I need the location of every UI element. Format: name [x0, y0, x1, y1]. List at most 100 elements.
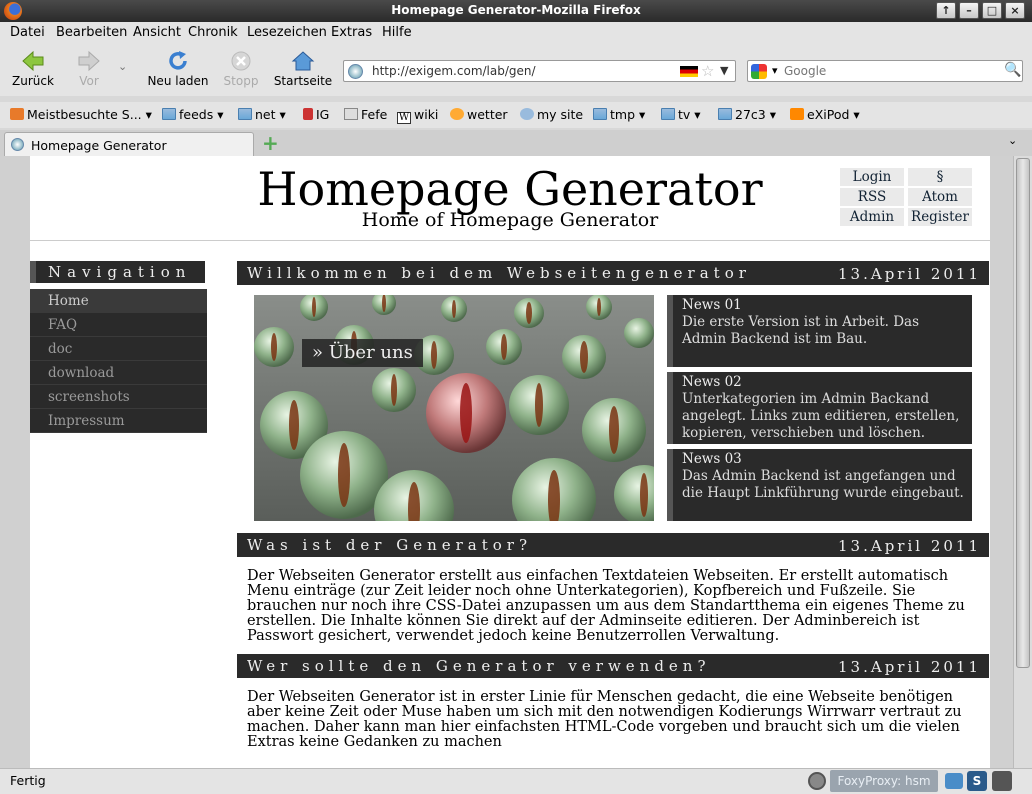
menu-chronik[interactable]: Chronik [188, 25, 238, 40]
folder-icon [661, 108, 675, 120]
atom-link[interactable]: Atom [908, 188, 972, 206]
section-date: 13.April 2011 [838, 658, 981, 676]
window-maximize-button[interactable]: □ [982, 2, 1002, 19]
reload-button[interactable]: Neu laden [143, 50, 213, 88]
menu-ansicht[interactable]: Ansicht [133, 25, 181, 40]
window-raise-button[interactable]: ↑ [936, 2, 956, 19]
login-link[interactable]: Login [840, 168, 904, 186]
engine-dropdown-icon[interactable]: ▾ [772, 64, 778, 77]
forward-arrow-icon [78, 50, 100, 72]
section-heading-who: Wer sollte den Generator verwenden? 13.A… [237, 654, 989, 678]
bookmark-wetter[interactable]: wetter [450, 107, 508, 122]
foxyproxy-status[interactable]: FoxyProxy: hsm [830, 770, 938, 792]
home-icon [291, 51, 315, 71]
window-close-button[interactable]: × [1005, 2, 1025, 19]
menu-bar: Datei Bearbeiten Ansicht Chronik Lesezei… [0, 22, 1032, 44]
addon-cloud-icon[interactable] [945, 773, 963, 789]
url-dropdown-icon[interactable]: ▼ [720, 64, 728, 77]
news-text: Das Admin Backend ist angefangen und die… [682, 468, 964, 501]
bookmark-tv[interactable]: tv ▾ [661, 107, 701, 122]
url-text[interactable]: http://exigem.com/lab/gen/ [372, 64, 536, 78]
back-arrow-icon [22, 50, 44, 72]
menu-extras[interactable]: Extras [331, 25, 372, 40]
search-bar[interactable]: ▾ 🔍 [747, 60, 1023, 82]
tab-favicon-icon [11, 138, 24, 151]
nav-item-screenshots[interactable]: screenshots [30, 385, 207, 409]
fefe-icon [344, 108, 358, 120]
menu-hilfe[interactable]: Hilfe [382, 25, 412, 40]
back-button[interactable]: Zurück [10, 50, 56, 88]
glass-marbles-image [254, 295, 654, 521]
folder-icon [162, 108, 176, 120]
new-tab-plus-icon[interactable]: + [262, 133, 279, 153]
stop-button[interactable]: Stopp [219, 50, 263, 88]
bookmark-tmp[interactable]: tmp ▾ [593, 107, 645, 122]
browser-window: Homepage Generator-Mozilla Firefox ↑ – □… [0, 0, 1032, 794]
bookmark-exipod[interactable]: eXiPod ▾ [790, 107, 860, 122]
bookmark-27c3[interactable]: 27c3 ▾ [718, 107, 776, 122]
forward-button[interactable]: Vor [66, 50, 112, 88]
menu-datei[interactable]: Datei [10, 25, 45, 40]
google-engine-icon[interactable] [751, 64, 767, 79]
bookmark-ig[interactable]: IG [303, 107, 329, 122]
section-date: 13.April 2011 [838, 537, 981, 555]
window-title: Homepage Generator-Mozilla Firefox [391, 3, 641, 17]
nav-item-faq[interactable]: FAQ [30, 313, 207, 337]
addon-status-icon[interactable] [808, 772, 826, 790]
news-text: Unterkategorien im Admin Backand angeleg… [682, 391, 960, 441]
menu-lesezeichen[interactable]: Lesezeichen [247, 25, 327, 40]
news-title: News 03 [682, 451, 742, 467]
tab-homepage-generator[interactable]: Homepage Generator [4, 132, 254, 156]
status-text: Fertig [10, 773, 46, 788]
window-minimize-button[interactable]: – [959, 2, 979, 19]
news-title: News 02 [682, 374, 742, 390]
search-icon[interactable]: 🔍 [1004, 62, 1021, 78]
bookmark-my-site[interactable]: my site [520, 107, 583, 122]
tab-bar: Homepage Generator + ⌄ [0, 130, 1032, 156]
bookmark-fefe[interactable]: Fefe [344, 107, 387, 122]
rss-link[interactable]: RSS [840, 188, 904, 206]
vertical-scrollbar[interactable] [1013, 156, 1032, 768]
news-text: Die erste Version ist in Arbeit. Das Adm… [682, 314, 920, 347]
history-dropdown-icon[interactable]: ⌄ [118, 60, 127, 73]
news-title: News 01 [682, 297, 742, 313]
list-all-tabs-icon[interactable]: ⌄ [1008, 134, 1017, 147]
header-divider [30, 240, 990, 241]
section-date: 13.April 2011 [838, 265, 981, 283]
register-link[interactable]: Register [908, 208, 972, 226]
news-item[interactable]: News 01 Die erste Version ist in Arbeit.… [667, 295, 972, 367]
home-button[interactable]: Startseite [270, 50, 336, 88]
search-input[interactable] [784, 62, 999, 80]
most-visited-icon [10, 108, 24, 120]
section-text-what: Der Webseiten Generator erstellt aus ein… [247, 568, 965, 644]
menu-bearbeiten[interactable]: Bearbeiten [56, 25, 127, 40]
admin-link[interactable]: Admin [840, 208, 904, 226]
bookmark-most-visited[interactable]: Meistbesuchte S... ▾ [10, 107, 152, 122]
german-flag-icon [680, 66, 698, 77]
nav-item-doc[interactable]: doc [30, 337, 207, 361]
nav-item-impressum[interactable]: Impressum [30, 409, 207, 433]
about-us-button[interactable]: » Über uns [302, 339, 423, 367]
bookmark-star-icon[interactable]: ☆ [701, 62, 714, 80]
navigation-heading: Navigation [30, 261, 205, 283]
section-text-who: Der Webseiten Generator ist in erster Li… [247, 689, 962, 750]
bookmark-feeds[interactable]: feeds ▾ [162, 107, 223, 122]
status-bar: Fertig FoxyProxy: hsm S [0, 768, 1032, 794]
bookmark-wiki[interactable]: Wwiki [397, 107, 438, 124]
bookmark-net[interactable]: net ▾ [238, 107, 286, 122]
scrollbar-thumb[interactable] [1016, 158, 1030, 668]
folder-icon [593, 108, 607, 120]
title-bar: Homepage Generator-Mozilla Firefox ↑ – □… [0, 0, 1032, 22]
nav-item-download[interactable]: download [30, 361, 207, 385]
legal-link[interactable]: § [908, 168, 972, 186]
addon-s-icon[interactable]: S [967, 771, 987, 791]
nav-item-home[interactable]: Home [30, 289, 207, 313]
site-globe-icon [520, 108, 534, 120]
news-item[interactable]: News 03 Das Admin Backend ist angefangen… [667, 449, 972, 521]
addon-extra-icon[interactable] [992, 771, 1012, 791]
news-item[interactable]: News 02 Unterkategorien im Admin Backand… [667, 372, 972, 444]
page-viewport: Homepage Generator Home of Homepage Gene… [0, 156, 1013, 768]
url-bar[interactable]: http://exigem.com/lab/gen/ ☆ ▼ [343, 60, 736, 82]
stop-icon [231, 51, 251, 71]
reload-icon [169, 51, 187, 70]
